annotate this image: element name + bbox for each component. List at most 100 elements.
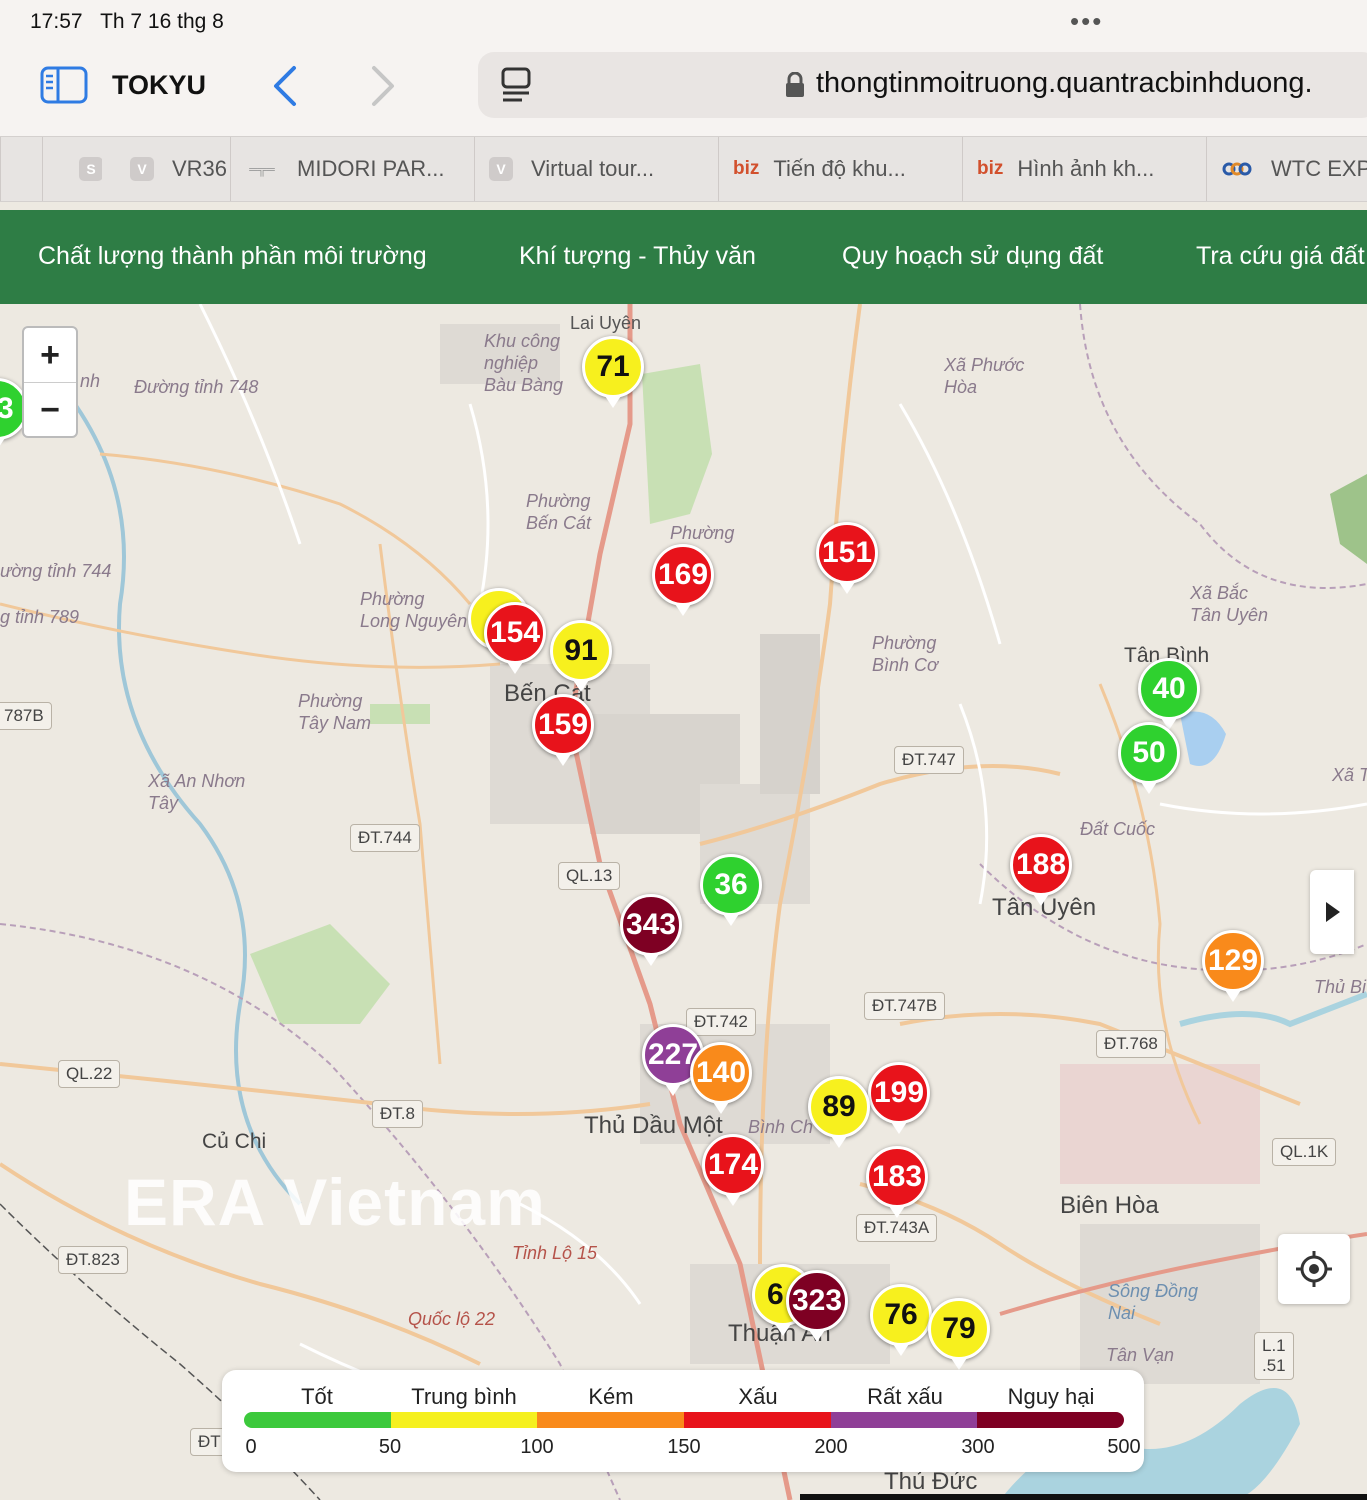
legend-tick: 0 <box>245 1436 257 1458</box>
legend-swatch <box>537 1412 685 1428</box>
road-shield: ĐT.823 <box>58 1246 128 1274</box>
aqi-marker[interactable]: 76 <box>870 1284 932 1356</box>
sidebar-toggle-icon[interactable] <box>40 66 88 104</box>
place-label: Phường Long Nguyên <box>360 589 468 631</box>
tab-bar: S V VR36 ═╦═ MIDORI PAR... V Virtual tou… <box>0 136 1367 202</box>
place-label: nh <box>80 371 101 391</box>
more-dots-icon[interactable]: ••• <box>1070 6 1103 37</box>
road-shield: 787B <box>0 702 52 730</box>
forward-chevron-icon[interactable] <box>368 64 398 108</box>
place-label: Phường Tây Nam <box>298 691 372 733</box>
aqi-marker[interactable]: 50 <box>1118 722 1180 794</box>
legend-swatch <box>390 1412 538 1428</box>
back-chevron-icon[interactable] <box>270 64 300 108</box>
legend-tick: 500 <box>1107 1436 1141 1458</box>
place-label: Phường Bến Cát <box>526 491 592 533</box>
legend-label: Tốt <box>301 1384 333 1409</box>
aqi-marker[interactable]: 71 <box>582 336 644 408</box>
tab-label: Hình ảnh kh... <box>1017 156 1155 181</box>
zoom-in-button[interactable]: + <box>24 328 76 383</box>
zoom-control: + − <box>22 326 78 438</box>
road-shield: QL.22 <box>58 1060 121 1088</box>
legend-color-bar <box>244 1412 1124 1428</box>
legend-label: Kém <box>588 1384 634 1409</box>
road-shield: ĐT.768 <box>1096 1030 1166 1058</box>
tab-group-name[interactable]: TOKYU <box>112 70 206 101</box>
legend-label: Nguy hại <box>1007 1384 1095 1409</box>
aqi-marker[interactable]: 174 <box>702 1134 764 1206</box>
legend-tick: 100 <box>520 1436 554 1458</box>
aqi-marker[interactable]: 154 <box>484 602 546 674</box>
tab-blank[interactable] <box>0 137 42 201</box>
tab-label: VR36 <box>172 156 228 181</box>
road-shield: L.1 .51 <box>1254 1332 1294 1380</box>
aqi-map[interactable]: Lai Uyên Khu công nghiệp Bàu Bàng Đường … <box>0 304 1367 1500</box>
place-label: Xã T <box>1332 765 1367 785</box>
road-shield: ĐT.8 <box>372 1100 423 1128</box>
nav-item-quy-hoach[interactable]: Quy hoạch sử dụng đất <box>842 242 1103 271</box>
aqi-legend: Tốt Trung bình Kém Xấu Rất xấu Nguy hại … <box>222 1370 1144 1472</box>
aqi-marker[interactable]: 183 <box>866 1146 928 1218</box>
tab-midori[interactable]: ═╦═ MIDORI PAR... <box>230 137 474 201</box>
tab-tien-do[interactable]: biz Tiến độ khu... <box>718 137 962 201</box>
tab-wtc[interactable]: WTC EXP <box>1206 137 1367 201</box>
tab-virtual-tour[interactable]: V Virtual tour... <box>474 137 718 201</box>
place-label: g tỉnh 789 <box>0 607 80 627</box>
aqi-marker[interactable]: 89 <box>808 1076 870 1148</box>
aqi-marker[interactable]: 159 <box>532 694 594 766</box>
place-label: Xã Phước Hòa <box>944 355 1025 397</box>
aqi-marker[interactable]: 169 <box>652 544 714 616</box>
place-label: Khu công nghiệp Bàu Bàng <box>484 331 564 395</box>
tab-s[interactable]: S <box>42 137 102 201</box>
legend-label: Xấu <box>738 1384 778 1409</box>
aqi-marker[interactable]: 343 <box>620 894 682 966</box>
favicon-icon: S <box>79 157 102 181</box>
city-label: Biên Hòa <box>1060 1192 1159 1219</box>
place-label: Thủ Bi <box>1314 977 1367 997</box>
legend-swatch <box>244 1412 391 1428</box>
road-shield: QL.13 <box>558 862 621 890</box>
address-bar[interactable]: thongtinmoitruong.quantracbinhduong. <box>478 52 1367 118</box>
reader-mode-icon[interactable] <box>500 66 534 104</box>
nav-item-tra-cuu[interactable]: Tra cứu giá đất <box>1196 242 1365 271</box>
home-indicator <box>800 1494 1367 1500</box>
aqi-marker[interactable]: 188 <box>1010 834 1072 906</box>
nav-item-khi-tuong[interactable]: Khí tượng - Thủy văn <box>519 242 756 271</box>
wtc-logo-icon <box>1222 162 1252 176</box>
favicon-icon: V <box>489 157 513 181</box>
side-panel-toggle-button[interactable] <box>1310 870 1354 954</box>
aqi-marker[interactable]: 91 <box>550 620 612 692</box>
legend-tick: 150 <box>667 1436 701 1458</box>
aqi-marker[interactable]: 79 <box>928 1298 990 1370</box>
aqi-marker[interactable]: 323 <box>786 1270 848 1342</box>
nav-item-chat-luong[interactable]: Chất lượng thành phần môi trường <box>38 242 427 271</box>
locate-me-button[interactable] <box>1278 1234 1350 1304</box>
road-shield: ĐT.742 <box>686 1008 756 1036</box>
crosshair-icon <box>1296 1251 1332 1287</box>
url-text[interactable]: thongtinmoitruong.quantracbinhduong. <box>816 67 1313 100</box>
road-shield: ĐT.744 <box>350 824 420 852</box>
tab-label: MIDORI PAR... <box>297 156 445 181</box>
legend-label: Rất xấu <box>867 1384 943 1409</box>
legend-swatch <box>977 1412 1124 1428</box>
tab-label: WTC EXP <box>1271 156 1367 181</box>
zoom-out-button[interactable]: − <box>24 383 76 437</box>
road-shield: ĐT.747B <box>864 992 946 1020</box>
site-nav: Chất lượng thành phần môi trường Khí tượ… <box>0 210 1367 304</box>
midori-logo-icon: ═╦═ <box>249 162 275 176</box>
tab-hinh-anh[interactable]: biz Hình ảnh kh... <box>962 137 1206 201</box>
legend-label: Trung bình <box>411 1384 517 1409</box>
tab-label: Virtual tour... <box>531 156 655 181</box>
aqi-marker[interactable]: 199 <box>868 1062 930 1134</box>
legend-tick: 300 <box>961 1436 995 1458</box>
place-label: Quốc lộ 22 <box>408 1309 496 1329</box>
aqi-marker[interactable]: 36 <box>700 854 762 926</box>
aqi-marker[interactable]: 140 <box>690 1042 752 1114</box>
place-label: Bình Ch <box>748 1117 814 1137</box>
aqi-marker[interactable]: 151 <box>816 522 878 594</box>
tab-vr36[interactable]: V VR36 <box>102 137 230 201</box>
aqi-marker[interactable]: 129 <box>1202 930 1264 1002</box>
aqi-marker[interactable]: 40 <box>1138 658 1200 730</box>
biz-logo-icon: biz <box>977 158 1004 179</box>
status-bar: 17:57 Th 7 16 thg 8 ••• <box>0 0 1367 44</box>
